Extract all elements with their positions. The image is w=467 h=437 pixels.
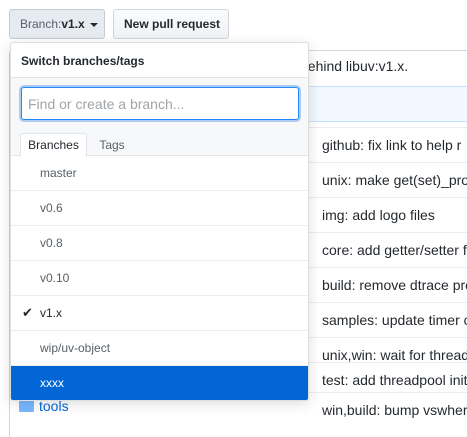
- branch-item-master[interactable]: master: [11, 156, 308, 191]
- branch-item-v0-8[interactable]: v0.8: [11, 226, 308, 261]
- chevron-down-icon: [89, 23, 98, 27]
- check-icon: ✔: [22, 305, 33, 320]
- branch-item-v0-10[interactable]: v0.10: [11, 261, 308, 296]
- branch-name: v1.x: [40, 306, 63, 320]
- current-branch-label: v1.x: [61, 17, 85, 31]
- commit-message-link[interactable]: win,build: bump vswher: [322, 402, 467, 418]
- branch-prefix-label: Branch:: [20, 17, 62, 31]
- commit-message-link[interactable]: unix: make get(set)_proc: [322, 172, 467, 188]
- branch-name: v0.6: [40, 201, 63, 215]
- branch-filter-input[interactable]: [21, 87, 299, 120]
- commit-message-link[interactable]: build: remove dtrace pro: [322, 277, 467, 293]
- commit-message-link[interactable]: core: add getter/setter f: [322, 242, 467, 258]
- commit-message-link[interactable]: github: fix link to help r: [322, 137, 461, 153]
- branch-name: v0.10: [40, 271, 70, 285]
- branch-name: master: [40, 166, 77, 180]
- branch-name: xxxx: [40, 376, 64, 390]
- branch-name: wip/uv-object: [40, 341, 111, 355]
- branch-status-text: behind libuv:v1.x.: [300, 58, 409, 74]
- branch-item-v1-x[interactable]: ✔ v1.x: [11, 296, 308, 331]
- branch-item-xxxx[interactable]: xxxx: [11, 366, 308, 400]
- branch-list: master v0.6 v0.8 v0.10 ✔ v1.x wip/uv-obj…: [11, 156, 308, 400]
- folder-icon: [19, 398, 34, 412]
- new-pull-request-button[interactable]: New pull request: [113, 9, 229, 39]
- menu-tabs: Branches Tags: [11, 128, 308, 157]
- commit-message-link[interactable]: samples: update timer c: [322, 312, 467, 328]
- branch-item-wip-uv-object[interactable]: wip/uv-object: [11, 331, 308, 366]
- tab-branches[interactable]: Branches: [20, 133, 87, 157]
- filter-section: [11, 78, 308, 128]
- branch-item-v0-6[interactable]: v0.6: [11, 191, 308, 226]
- commit-message-link[interactable]: unix,win: wait for thread: [322, 347, 467, 363]
- branch-dropdown-menu: Switch branches/tags Branches Tags maste…: [10, 42, 309, 401]
- branch-selector-button[interactable]: Branch: v1.x: [9, 9, 105, 39]
- menu-title: Switch branches/tags: [21, 54, 145, 68]
- commit-message-link[interactable]: img: add logo files: [322, 207, 435, 223]
- tab-tags[interactable]: Tags: [91, 133, 133, 157]
- commit-message-link[interactable]: test: add threadpool init: [322, 372, 467, 388]
- branch-name: v0.8: [40, 236, 63, 250]
